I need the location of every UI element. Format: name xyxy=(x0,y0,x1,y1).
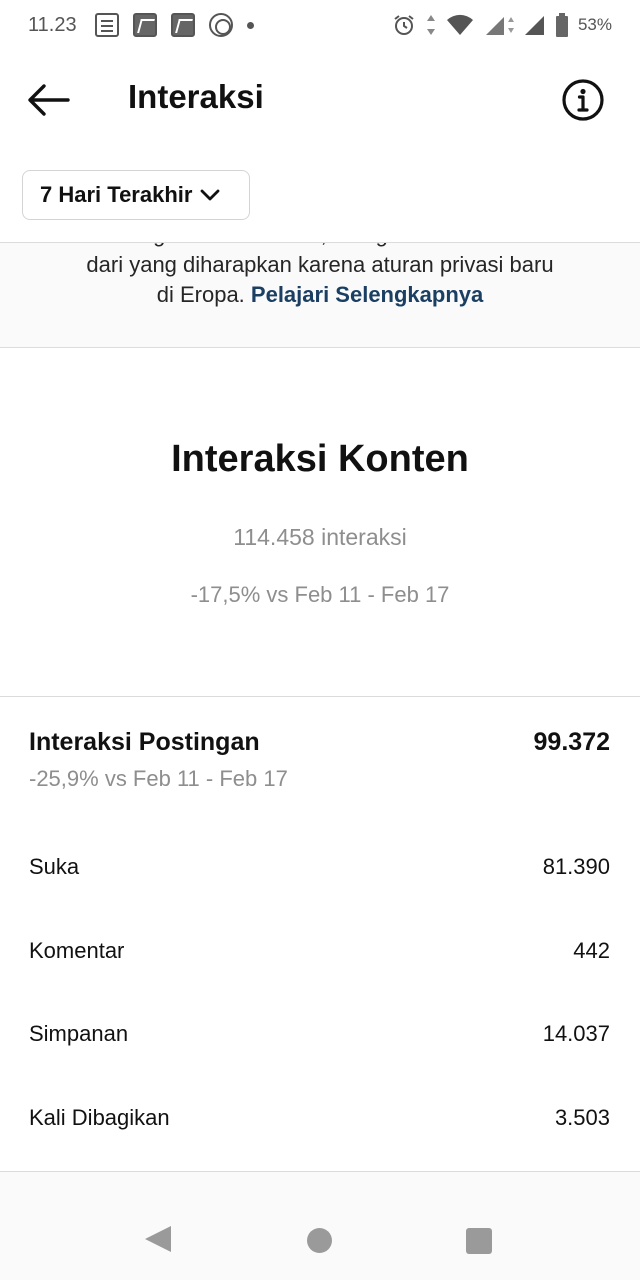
period-dropdown[interactable]: 7 Hari Terakhir xyxy=(22,170,250,220)
notice-line-3: di Eropa. Pelajari Selengkapnya xyxy=(40,280,600,310)
notice-line-3-text: di Eropa. xyxy=(156,282,251,307)
metric-row-saves: Simpanan 14.037 xyxy=(0,1021,640,1061)
period-label: 7 Hari Terakhir xyxy=(40,182,193,207)
info-button[interactable] xyxy=(557,74,609,126)
wifi-icon xyxy=(446,14,473,35)
sync-notification-icon xyxy=(208,13,233,37)
signal-icon-2 xyxy=(524,16,544,35)
posts-change: -25,9% vs Feb 11 - Feb 17 xyxy=(29,766,288,791)
system-nav-bar xyxy=(0,1172,640,1280)
posts-section-title: Interaksi Postingan xyxy=(29,728,260,756)
metric-row-likes: Suka 81.390 xyxy=(0,854,640,894)
battery-icon xyxy=(555,13,568,37)
summary-change: -17,5% vs Feb 11 - Feb 17 xyxy=(190,582,450,607)
news-notification-icon xyxy=(94,13,119,37)
metric-row-shares: Kali Dibagikan 3.503 xyxy=(0,1105,640,1145)
data-arrows-icon xyxy=(426,15,435,35)
more-notifications-dot-icon xyxy=(246,21,254,29)
system-status: 53% xyxy=(392,13,612,37)
metric-label: Simpanan xyxy=(29,1021,129,1046)
nav-recents-square-icon[interactable] xyxy=(466,1228,492,1254)
chevron-down-icon xyxy=(200,188,220,202)
privacy-notice-banner: berbagi dan membalas, mungkin lebih rend… xyxy=(0,242,640,348)
info-circle-icon xyxy=(562,79,604,121)
app-notification-icon-2 xyxy=(170,13,195,37)
metric-row-comments: Komentar 442 xyxy=(0,938,640,978)
status-bar: 11.23 53% xyxy=(0,0,640,50)
section-divider xyxy=(0,696,640,697)
metric-value: 14.037 xyxy=(542,1021,610,1046)
notice-line-1: berbagi dan membalas, mungkin lebih rend… xyxy=(40,243,600,250)
notice-line-2: dari yang diharapkan karena aturan priva… xyxy=(86,252,554,277)
notification-icons xyxy=(94,13,254,37)
metric-value: 442 xyxy=(573,938,610,963)
signal-icon xyxy=(485,17,514,35)
metric-label: Komentar xyxy=(29,938,125,963)
battery-percentage: 53% xyxy=(577,15,612,34)
privacy-notice-text: berbagi dan membalas, mungkin lebih rend… xyxy=(40,243,600,310)
status-time: 11.23 xyxy=(28,13,77,36)
app-notification-icon xyxy=(132,13,157,37)
nav-back-triangle-icon[interactable] xyxy=(145,1226,171,1252)
metric-value: 3.503 xyxy=(554,1105,610,1130)
arrow-left-icon xyxy=(28,84,70,116)
metric-label: Kali Dibagikan xyxy=(29,1105,170,1130)
metric-value: 81.390 xyxy=(542,854,610,879)
nav-home-circle-icon[interactable] xyxy=(307,1228,332,1253)
posts-total-value: 99.372 xyxy=(533,728,610,756)
learn-more-link[interactable]: Pelajari Selengkapnya xyxy=(251,282,483,307)
alarm-icon xyxy=(394,15,414,35)
back-button[interactable] xyxy=(22,74,74,126)
summary-count: 114.458 interaksi xyxy=(233,524,407,550)
metric-label: Suka xyxy=(29,854,80,879)
page-title: Interaksi xyxy=(128,78,264,115)
app-header: Interaksi xyxy=(0,50,640,146)
summary-title: Interaksi Konten xyxy=(171,438,469,480)
